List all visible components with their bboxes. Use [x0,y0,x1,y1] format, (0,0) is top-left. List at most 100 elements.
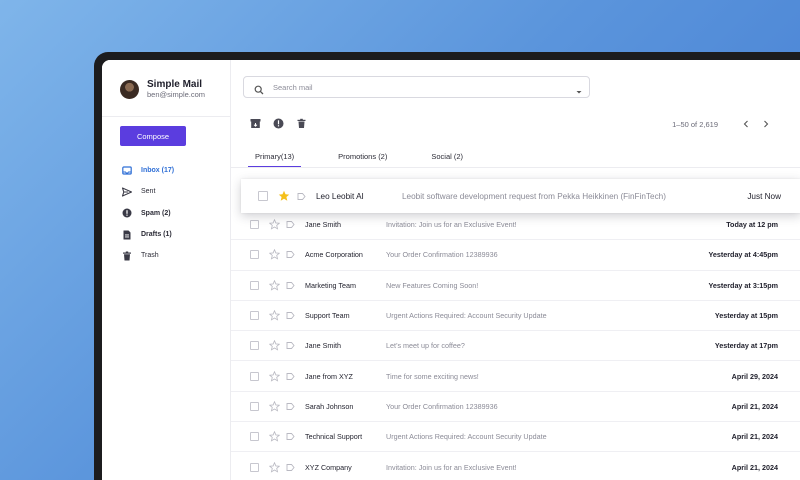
label-icon[interactable] [286,372,295,381]
profile[interactable]: Simple Mail ben@simple.com [120,79,205,99]
star-icon[interactable] [269,279,280,291]
label-icon[interactable] [297,192,306,201]
draft-icon [122,230,132,240]
row-checkbox[interactable] [250,462,259,472]
email-subject: Urgent Actions Required: Account Securit… [386,432,547,442]
compose-button[interactable]: Compose [120,126,186,146]
star-icon[interactable] [269,249,280,261]
label-icon[interactable] [286,220,295,229]
email-sender: Marketing Team [305,280,356,290]
send-icon [122,187,132,197]
email-sender: Jane Smith [305,220,341,230]
row-checkbox[interactable] [258,191,268,201]
email-sender: Sarah Johnson [305,401,354,411]
row-checkbox[interactable] [250,250,259,260]
pagination: 1–50 of 2,619 [672,118,772,130]
label-icon[interactable] [286,432,295,441]
toolbar [249,117,318,129]
email-time: Yesterday at 4:45pm [708,250,778,260]
label-icon[interactable] [286,341,295,350]
search-input[interactable] [273,82,575,92]
row-checkbox[interactable] [250,280,259,290]
page-range: 1–50 of 2,619 [672,119,718,129]
row-checkbox[interactable] [250,401,259,411]
email-sender: Leo Leobit AI [316,191,364,201]
label-icon[interactable] [286,463,295,472]
email-sender: Jane from XYZ [305,371,353,381]
sidebar-item-spam[interactable]: Spam (2) [122,203,174,224]
sidebar-item-trash[interactable]: Trash [122,245,174,266]
search-bar[interactable] [243,76,590,98]
tab-social[interactable]: Social (2) [424,150,470,168]
delete-icon[interactable] [295,117,307,129]
avatar[interactable] [120,79,139,99]
tab-primary[interactable]: Primary(13) [248,150,302,168]
email-subject: Time for some exciting news! [386,371,479,381]
email-time: April 29, 2024 [731,371,778,381]
row-checkbox[interactable] [250,371,259,381]
email-subject: New Features Coming Soon! [386,280,479,290]
star-icon[interactable] [269,370,280,382]
sidebar: Simple Mail ben@simple.com Compose Inbox… [102,60,231,480]
highlighted-email-row[interactable]: Leo Leobit AI Leobit software developmen… [241,179,800,213]
table-row[interactable]: Acme Corporation Your Order Confirmation… [231,240,800,271]
email-time: Today at 12 pm [726,220,778,230]
sidebar-item-drafts[interactable]: Drafts (1) [122,224,174,245]
label-icon[interactable] [286,311,295,320]
row-checkbox[interactable] [250,341,259,351]
chevron-right-icon[interactable] [760,118,772,130]
table-row[interactable]: Technical Support Urgent Actions Require… [231,422,800,453]
email-time: April 21, 2024 [731,432,778,442]
email-sender: Support Team [305,311,350,321]
table-row[interactable]: Support Team Urgent Actions Required: Ac… [231,301,800,332]
email-sender: Technical Support [305,432,363,442]
email-time: Yesterday at 17pm [714,341,778,351]
star-icon[interactable] [269,340,280,352]
star-icon[interactable] [269,310,280,321]
table-row[interactable]: XYZ Company Invitation: Join us for an E… [231,452,800,480]
tabs-divider [231,167,800,168]
sidebar-item-inbox[interactable]: Inbox (17) [122,160,174,181]
user-email: ben@simple.com [147,89,206,99]
search-icon[interactable] [254,82,264,95]
label-icon[interactable] [286,250,295,259]
inbox-icon [122,166,132,176]
sidebar-item-label: Inbox (17) [141,167,175,175]
tab-promotions[interactable]: Promotions (2) [331,150,394,168]
star-icon[interactable] [269,431,280,442]
mail-app-window: Simple Mail ben@simple.com Compose Inbox… [102,60,800,480]
table-row[interactable]: Sarah Johnson Your Order Confirmation 12… [231,392,800,423]
row-checkbox[interactable] [250,220,259,230]
chevron-left-icon[interactable] [740,118,752,130]
row-checkbox[interactable] [250,432,259,442]
table-row[interactable]: Marketing Team New Features Coming Soon!… [231,271,800,301]
star-icon[interactable] [269,461,280,473]
email-time: Yesterday at 15pm [714,311,778,321]
table-row[interactable]: Jane Smith Let’s meet up for coffee? Yes… [231,331,800,362]
email-subject: Invitation: Join us for an Exclusive Eve… [386,220,517,230]
table-row[interactable]: Jane Smith Invitation: Join us for an Ex… [231,210,800,241]
email-subject: Let’s meet up for coffee? [386,341,465,351]
label-icon[interactable] [286,402,295,411]
sidebar-item-label: Drafts (1) [141,231,172,239]
sidebar-divider [102,116,231,117]
spam-icon [122,208,132,218]
email-sender: XYZ Company [305,462,352,472]
email-time: April 21, 2024 [731,462,778,472]
email-list: Jane Smith Invitation: Join us for an Ex… [231,210,800,480]
sidebar-item-label: Spam (2) [141,209,171,217]
info-icon[interactable] [272,117,284,129]
email-subject: Your Order Confirmation 12389936 [386,401,498,411]
table-row[interactable]: Jane from XYZ Time for some exciting new… [231,361,800,392]
email-time: Just Now [747,191,781,201]
trash-icon [122,251,132,261]
row-checkbox[interactable] [250,311,259,321]
email-subject: Urgent Actions Required: Account Securit… [386,311,547,321]
star-icon[interactable] [269,219,280,230]
chevron-down-icon[interactable] [575,83,583,94]
sidebar-item-sent[interactable]: Sent [122,181,174,202]
archive-icon[interactable] [249,117,261,129]
star-filled-icon[interactable] [278,190,290,202]
label-icon[interactable] [286,281,295,290]
star-icon[interactable] [269,400,280,412]
